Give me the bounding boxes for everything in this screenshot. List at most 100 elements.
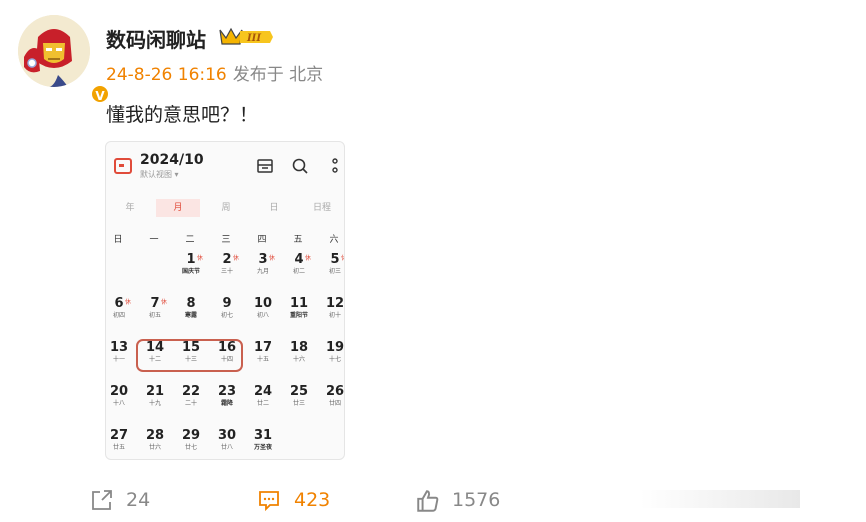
day-number: 7 bbox=[150, 296, 160, 311]
calendar-day: 19 十七 bbox=[317, 340, 345, 364]
tab-schedule: 日程 bbox=[312, 203, 331, 213]
calendar-day: 9 初七 bbox=[209, 296, 245, 320]
calendar-day: 26 廿四 bbox=[317, 384, 345, 408]
weekday-sat: 六 bbox=[329, 235, 339, 245]
calendar-day: 31 万圣夜 bbox=[245, 428, 281, 452]
day-number: 17 bbox=[253, 340, 273, 355]
username[interactable]: 数码闲聊站 bbox=[106, 24, 206, 53]
vip-crown-icon[interactable]: III bbox=[218, 26, 274, 52]
day-lunar-label: 廿七 bbox=[184, 444, 197, 451]
day-number: 29 bbox=[181, 428, 201, 443]
tab-year: 年 bbox=[125, 203, 135, 213]
day-number: 6 bbox=[114, 296, 124, 311]
day-lunar-label: 十八 bbox=[112, 400, 125, 407]
calendar-day: 3 九月休 bbox=[245, 252, 281, 276]
share-button[interactable]: 24 bbox=[90, 486, 160, 516]
day-number: 26 bbox=[325, 384, 345, 399]
day-lunar-label: 三十 bbox=[220, 268, 233, 275]
day-lunar-label: 廿八 bbox=[220, 444, 233, 451]
calendar-day: 6 初四休 bbox=[106, 296, 137, 320]
calendar-view-selector: 默认视图 ▾ bbox=[140, 170, 179, 179]
weekday-wed: 三 bbox=[221, 235, 231, 245]
day-number: 13 bbox=[109, 340, 129, 355]
tab-week: 周 bbox=[221, 203, 231, 213]
calendar-day: 18 十六 bbox=[281, 340, 317, 364]
weekday-sun: 日 bbox=[113, 235, 123, 245]
day-lunar-label: 十七 bbox=[328, 356, 341, 363]
day-number: 28 bbox=[145, 428, 165, 443]
day-lunar-label: 廿六 bbox=[148, 444, 161, 451]
day-number: 3 bbox=[258, 252, 268, 267]
day-lunar-label: 二十 bbox=[184, 400, 197, 407]
day-number: 10 bbox=[253, 296, 273, 311]
calendar-day: 5初三休 bbox=[317, 252, 344, 276]
day-number: 23 bbox=[217, 384, 237, 399]
day-lunar-label: 廿五 bbox=[112, 444, 125, 451]
day-lunar-label: 廿四 bbox=[328, 400, 341, 407]
day-number: 8 bbox=[186, 296, 196, 311]
day-lunar-label: 初四 bbox=[112, 312, 125, 319]
day-holiday-badge: 休 bbox=[125, 299, 132, 306]
calendar-day: 22 二十 bbox=[173, 384, 209, 408]
user-avatar[interactable]: V bbox=[18, 15, 110, 104]
comment-button[interactable]: 423 bbox=[257, 486, 337, 516]
calendar-day: 2 三十休 bbox=[209, 252, 245, 276]
weekday-mon: 一 bbox=[149, 235, 159, 245]
like-count: 1576 bbox=[452, 489, 501, 511]
share-icon bbox=[92, 490, 112, 510]
day-number: 2 bbox=[222, 252, 232, 267]
day-number: 20 bbox=[109, 384, 129, 399]
day-lunar-label: 初五 bbox=[148, 312, 161, 319]
day-lunar-label: 重阳节 bbox=[289, 312, 308, 319]
day-holiday-badge: 休 bbox=[233, 255, 240, 262]
day-number: 25 bbox=[289, 384, 309, 399]
inbox-icon bbox=[257, 159, 273, 173]
weekday-thu: 四 bbox=[257, 235, 267, 245]
calendar-day: 23 霜降 bbox=[209, 384, 245, 408]
calendar-screenshot-image[interactable]: 2024/10 默认视图 ▾ 年 月 周 日 日程 日 一 二 三 四 五 六 … bbox=[105, 141, 345, 460]
day-lunar-label: 初七 bbox=[220, 312, 233, 319]
highlight-box bbox=[136, 339, 243, 372]
day-number: 31 bbox=[253, 428, 273, 443]
day-lunar-label: 九月 bbox=[256, 268, 269, 275]
day-number: 11 bbox=[289, 296, 309, 311]
calendar-day: 11 重阳节 bbox=[281, 296, 317, 320]
post-meta: 24-8-26 16:16 发布于 北京 bbox=[106, 60, 323, 85]
day-lunar-label: 初三 bbox=[328, 268, 341, 275]
vip-level-text: III bbox=[246, 33, 261, 44]
calendar-view-tabs: 年 月 周 日 日程 bbox=[106, 199, 344, 217]
post-time[interactable]: 24-8-26 16:16 bbox=[106, 65, 227, 85]
day-lunar-label: 十九 bbox=[148, 400, 161, 407]
day-lunar-label: 初八 bbox=[256, 312, 269, 319]
weekday-tue: 二 bbox=[185, 235, 195, 245]
day-number: 22 bbox=[181, 384, 201, 399]
day-lunar-label: 初十 bbox=[328, 312, 341, 319]
calendar-day: 4 初二休 bbox=[281, 252, 317, 276]
post-location: 发布于 北京 bbox=[232, 65, 324, 85]
tab-month: 月 bbox=[156, 199, 200, 217]
day-holiday-badge: 休 bbox=[269, 255, 276, 262]
comment-icon bbox=[259, 491, 279, 512]
calendar-day: 25 廿三 bbox=[281, 384, 317, 408]
day-lunar-label: 十六 bbox=[292, 356, 305, 363]
day-number: 4 bbox=[294, 252, 304, 267]
day-holiday-badge: 休 bbox=[341, 253, 344, 262]
day-lunar-label: 万圣夜 bbox=[253, 444, 272, 451]
calendar-day: 21 十九 bbox=[137, 384, 173, 408]
like-button[interactable]: 1576 bbox=[415, 486, 505, 516]
day-holiday-badge: 休 bbox=[197, 255, 204, 262]
day-lunar-label: 十五 bbox=[256, 356, 269, 363]
day-lunar-label: 国庆节 bbox=[181, 268, 200, 275]
day-holiday-badge: 班 bbox=[344, 297, 345, 306]
comment-count: 423 bbox=[294, 489, 331, 511]
calendar-day: 28 廿六 bbox=[137, 428, 173, 452]
calendar-day: 7 初五休 bbox=[137, 296, 173, 320]
post-text: 懂我的意思吧？！ bbox=[106, 104, 259, 126]
day-lunar-label: 廿三 bbox=[292, 400, 305, 407]
calendar-day: 12初十班 bbox=[317, 296, 345, 320]
day-lunar-label: 十一 bbox=[112, 356, 125, 363]
calendar-day: 24 廿二 bbox=[245, 384, 281, 408]
calendar-day: 30 廿八 bbox=[209, 428, 245, 452]
share-count: 24 bbox=[126, 489, 151, 511]
day-number: 19 bbox=[325, 340, 345, 355]
